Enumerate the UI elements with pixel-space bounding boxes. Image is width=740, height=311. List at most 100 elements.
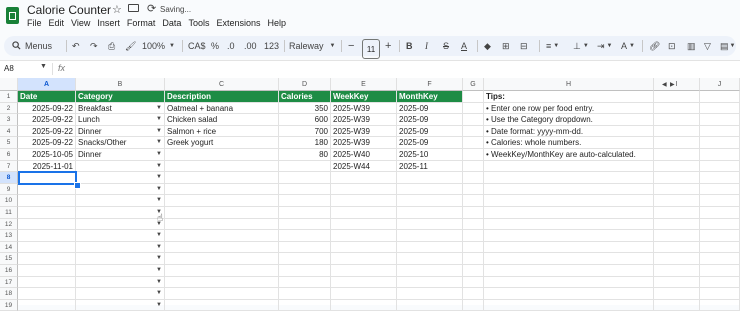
star-icon[interactable]: ☆ <box>112 3 122 16</box>
number-format-button[interactable]: 123 <box>264 36 279 56</box>
cell-date[interactable]: 2025-10-05 <box>18 149 76 161</box>
cell[interactable] <box>484 288 654 300</box>
cell[interactable] <box>397 207 463 219</box>
folder-icon[interactable] <box>128 4 139 12</box>
cell[interactable] <box>18 299 76 311</box>
dropdown-chevron-icon[interactable]: ▼ <box>156 139 162 145</box>
cell[interactable] <box>700 218 740 231</box>
cell[interactable] <box>700 114 740 126</box>
tip-text[interactable]: • WeekKey/MonthKey are auto-calculated. <box>484 149 654 161</box>
font-family-select[interactable]: Raleway ▼ <box>289 36 335 56</box>
column-header-g[interactable]: G <box>463 78 484 91</box>
dropdown-chevron-icon[interactable]: ▼ <box>156 255 162 261</box>
cell[interactable] <box>165 253 279 265</box>
cell[interactable] <box>463 276 484 289</box>
cell[interactable] <box>279 299 331 311</box>
cell[interactable] <box>700 288 740 300</box>
cell[interactable] <box>165 230 279 242</box>
dropdown-chevron-icon[interactable]: ▼ <box>156 186 162 192</box>
cell-description[interactable] <box>165 149 279 161</box>
row-header-14[interactable]: 14 <box>0 241 18 254</box>
cell[interactable] <box>76 230 165 242</box>
cell-category[interactable]: Lunch <box>76 114 165 126</box>
cell[interactable] <box>279 230 331 242</box>
fill-handle[interactable] <box>74 181 81 189</box>
tip-text[interactable]: • Calories: whole numbers. <box>484 137 654 149</box>
cell[interactable] <box>279 218 331 231</box>
cell[interactable] <box>484 253 654 265</box>
cell[interactable] <box>700 183 740 196</box>
cell-category[interactable]: Snacks/Other <box>76 137 165 149</box>
cell-calories[interactable]: 350 <box>279 102 331 115</box>
menu-format[interactable]: Format <box>127 18 156 28</box>
filter-icon[interactable]: ▽ <box>704 36 711 56</box>
row-header-16[interactable]: 16 <box>0 265 18 277</box>
cell[interactable] <box>76 299 165 311</box>
bold-button[interactable]: B <box>406 36 413 56</box>
formula-input[interactable] <box>75 63 735 75</box>
tips-heading[interactable]: Tips: <box>484 91 654 103</box>
cell[interactable] <box>76 241 165 254</box>
dropdown-chevron-icon[interactable]: ▼ <box>156 128 162 134</box>
column-header-c[interactable]: C <box>165 78 279 91</box>
cell[interactable] <box>654 230 700 242</box>
cell[interactable] <box>700 299 740 311</box>
undo-icon[interactable]: ↶ <box>72 36 80 56</box>
cell[interactable] <box>279 276 331 289</box>
cell-category[interactable] <box>76 160 165 173</box>
cell[interactable] <box>18 288 76 300</box>
cell[interactable] <box>484 183 654 196</box>
cell[interactable] <box>331 172 397 184</box>
row-header-3[interactable]: 3 <box>0 114 18 126</box>
cell[interactable] <box>18 183 76 196</box>
cell[interactable] <box>76 276 165 289</box>
cell[interactable] <box>76 207 165 219</box>
cell[interactable] <box>700 276 740 289</box>
dropdown-chevron-icon[interactable]: ▼ <box>156 105 162 111</box>
cell-weekkey[interactable]: 2025-W39 <box>331 125 397 138</box>
cell[interactable] <box>463 299 484 311</box>
select-all-corner[interactable] <box>0 78 18 91</box>
cell[interactable] <box>700 102 740 115</box>
cell[interactable] <box>463 183 484 196</box>
dropdown-chevron-icon[interactable]: ▼ <box>156 244 162 250</box>
cell[interactable] <box>331 195 397 207</box>
cell-category[interactable]: Dinner <box>76 125 165 138</box>
cell[interactable] <box>165 299 279 311</box>
column-header-h[interactable]: H <box>484 78 654 91</box>
cell[interactable] <box>484 276 654 289</box>
fill-color-icon[interactable]: ◆ <box>484 36 491 56</box>
dropdown-chevron-icon[interactable]: ▼ <box>156 197 162 203</box>
row-header-12[interactable]: 12 <box>0 218 18 231</box>
text-rotation-icon[interactable]: A ▼ <box>621 36 635 56</box>
cell[interactable] <box>463 125 484 138</box>
cell[interactable] <box>331 299 397 311</box>
column-header-a[interactable]: A <box>18 78 76 91</box>
cell[interactable] <box>484 241 654 254</box>
scroll-left-icon[interactable]: ◀ <box>662 81 667 88</box>
cell[interactable] <box>463 91 484 103</box>
cell-description[interactable]: Greek yogurt <box>165 137 279 149</box>
cell[interactable] <box>279 253 331 265</box>
cell[interactable] <box>654 91 700 103</box>
cell-description[interactable] <box>165 160 279 173</box>
header-cell-calories[interactable]: Calories <box>279 91 331 103</box>
cell-weekkey[interactable]: 2025-W39 <box>331 102 397 115</box>
cell[interactable] <box>331 207 397 219</box>
cell[interactable] <box>484 230 654 242</box>
print-icon[interactable]: ⎙ <box>108 36 115 56</box>
cell[interactable] <box>331 288 397 300</box>
cell-weekkey[interactable]: 2025-W39 <box>331 114 397 126</box>
cell[interactable] <box>654 102 700 115</box>
cell[interactable] <box>18 207 76 219</box>
cell[interactable] <box>463 114 484 126</box>
header-cell-date[interactable]: Date <box>18 91 76 103</box>
cell[interactable] <box>654 160 700 173</box>
cell[interactable] <box>700 253 740 265</box>
decrease-font-size-button[interactable]: − <box>348 36 354 56</box>
row-header-19[interactable]: 19 <box>0 299 18 311</box>
dropdown-chevron-icon[interactable]: ▼ <box>156 232 162 238</box>
row-header-9[interactable]: 9 <box>0 183 18 196</box>
cell[interactable] <box>165 276 279 289</box>
row-header-7[interactable]: 7 <box>0 160 18 173</box>
